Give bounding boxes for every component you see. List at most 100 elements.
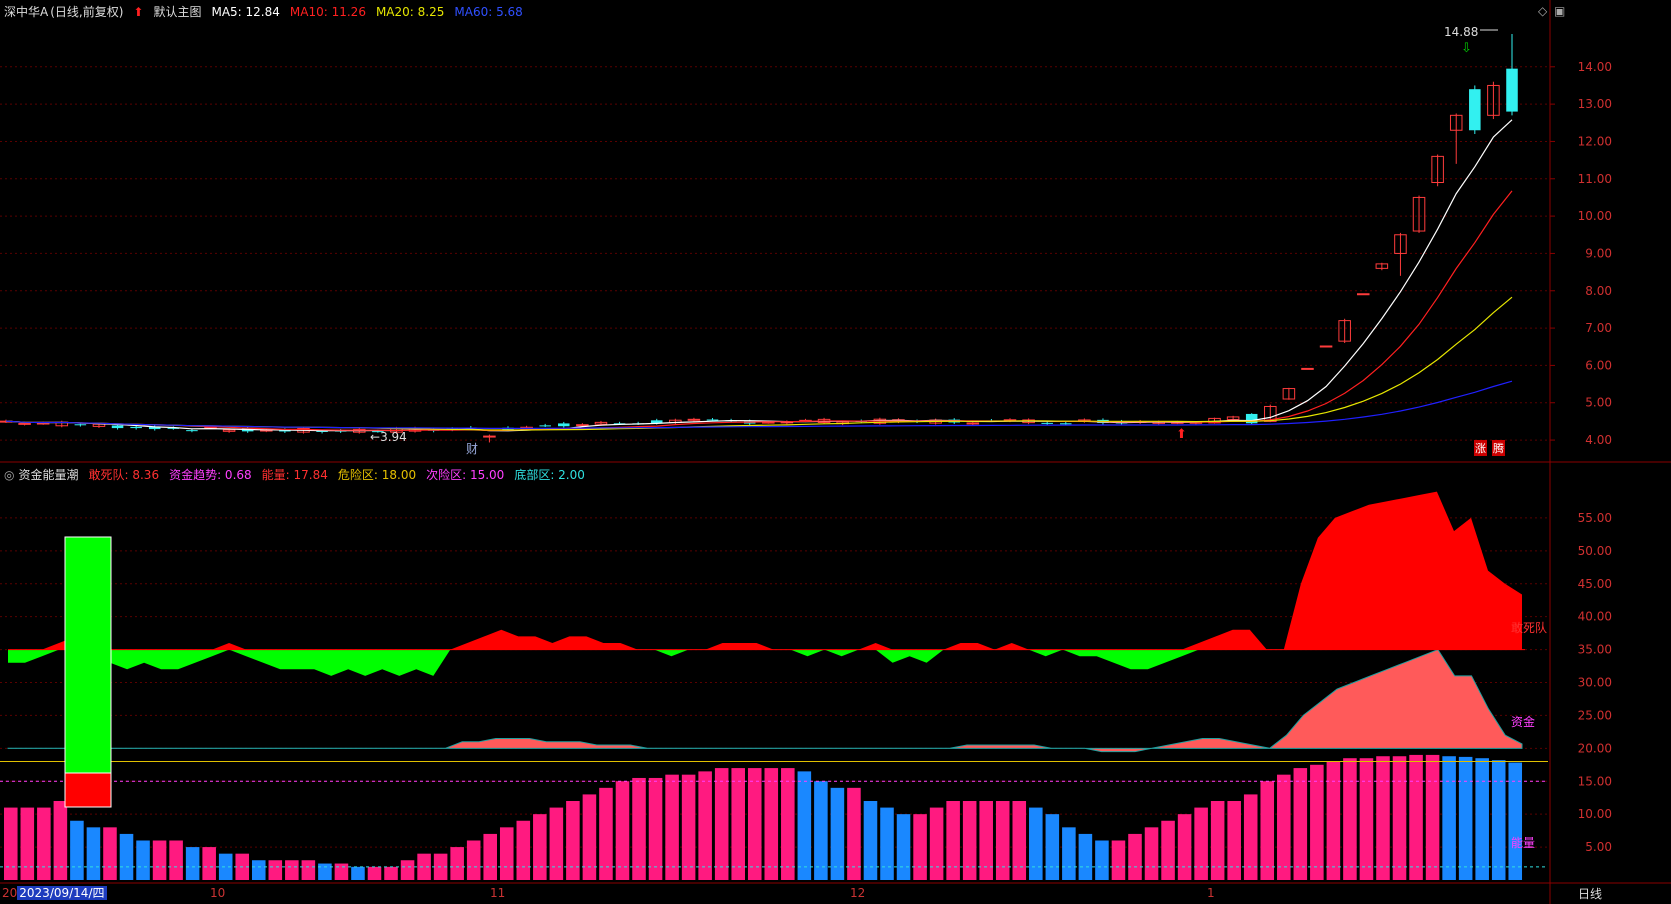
energy-bar (318, 863, 332, 880)
period-info: (日线,前复权) (50, 5, 124, 19)
price-tick-label: 10.00 (1578, 209, 1612, 223)
ma20-line (5, 296, 1513, 431)
energy-bar (714, 768, 729, 880)
month-label-12: 12 (850, 886, 866, 900)
energy-bar (450, 847, 464, 880)
energy-bar (896, 814, 911, 880)
energy-bar (1128, 833, 1142, 880)
energy-bar (1293, 768, 1308, 880)
price-tick-label: 8.00 (1585, 284, 1612, 298)
indicator-tick-label: 5.00 (1585, 840, 1612, 854)
indicator-header: ◎ 资金能量潮 敢死队: 8.36 资金趋势: 0.68 能量: 17.84 危险区: 1… (4, 466, 595, 484)
energy-bar (533, 814, 547, 880)
date-cursor-label: 2023/09/14/四 (17, 886, 107, 900)
maximize-icon[interactable]: ▣ (1554, 4, 1565, 18)
candle-group (0, 33, 1518, 443)
cursor-box-green (64, 536, 112, 774)
energy-bar (880, 807, 894, 880)
energy-bar (499, 827, 514, 880)
energy-bar (351, 866, 365, 880)
energy-bar (1508, 762, 1523, 880)
zijin-trend-value: 资金趋势: 0.68 (169, 468, 252, 482)
energy-bar (334, 863, 349, 880)
energy-bar (632, 777, 646, 880)
energy-bar (995, 801, 1010, 880)
buy-arrow-icon: ⬆ (1176, 427, 1187, 442)
zhangting-marker: 涨 (1474, 440, 1487, 456)
energy-bar (119, 833, 134, 880)
energy-bar (1161, 820, 1175, 880)
energy-value: 能量: 17.84 (261, 468, 328, 482)
energy-bar (103, 827, 117, 880)
candle-body (483, 435, 496, 438)
low-price-value: 3.94 (380, 430, 407, 444)
candle-body (111, 425, 124, 429)
collapse-icon[interactable]: ◎ (4, 468, 14, 482)
energy-bar (1062, 827, 1076, 880)
main-chart-selector[interactable]: 默认主图 (153, 5, 201, 19)
energy-bar (285, 860, 299, 880)
month-label-1: 1 (1207, 886, 1215, 900)
energy-bar (37, 807, 51, 880)
energy-bar (86, 827, 101, 880)
candle-body (1506, 68, 1518, 112)
energy-bar (185, 847, 200, 880)
danger-value: 危险区: 18.00 (337, 468, 417, 482)
price-tick-label: 5.00 (1585, 396, 1612, 410)
candle-body (1469, 89, 1481, 131)
indicator-tick-label: 40.00 (1578, 610, 1612, 624)
energy-bar (1078, 833, 1093, 880)
finance-marker[interactable]: 财 (466, 440, 478, 457)
energy-bar (152, 840, 167, 880)
energy-bar (1458, 756, 1473, 880)
energy-bar (1111, 840, 1126, 880)
energy-bar (268, 860, 283, 880)
candle-body (130, 426, 142, 429)
energy-bar (946, 801, 960, 880)
energy-bar (863, 801, 878, 880)
energy-bar (1491, 760, 1506, 880)
energy-bar (1012, 801, 1027, 880)
energy-bar (1029, 807, 1043, 880)
energy-bar (4, 807, 18, 880)
period-button[interactable]: 日线 (1578, 885, 1602, 902)
candle-body (18, 422, 31, 425)
indicator-tick-label: 30.00 (1578, 676, 1612, 690)
energy-bar (1442, 756, 1456, 880)
price-tick-label: 13.00 (1578, 97, 1612, 111)
energy-bar (367, 866, 382, 880)
indicator-tick-label: 25.00 (1578, 708, 1612, 722)
candle-body (687, 418, 701, 421)
energy-bar (698, 771, 712, 880)
ma5-line (5, 119, 1513, 432)
gansidui-positive-area (8, 491, 1522, 650)
main-chart-header: 深中华A (日线,前复权) ⬆ 默认主图 MA5: 12.84 MA10: 11.26 MA… (4, 3, 533, 21)
price-tick-label: 7.00 (1585, 321, 1612, 335)
energy-bar (1409, 754, 1423, 880)
energy-line-label: 能量 (1511, 836, 1536, 850)
energy-bar (731, 768, 745, 880)
energy-bar (466, 840, 481, 880)
candle-body (558, 423, 570, 427)
price-tick-label: 12.00 (1578, 134, 1612, 148)
energy-bar (301, 860, 316, 880)
candle-body (1041, 422, 1053, 424)
indicator-name[interactable]: 资金能量潮 (18, 468, 78, 482)
candle-body (36, 422, 50, 425)
diamond-icon[interactable]: ◇ (1538, 4, 1547, 18)
second-danger-value: 次险区: 15.00 (426, 468, 505, 482)
energy-bar (483, 833, 498, 880)
gansidui-line-label: 敢死队 (1511, 621, 1548, 635)
energy-bar (599, 787, 613, 880)
energy-bar (1277, 774, 1291, 880)
indicator-tick-label: 55.00 (1578, 511, 1612, 525)
energy-bar (169, 840, 183, 880)
stock-chart[interactable]: 14.0013.0012.0011.0010.009.008.007.006.0… (0, 0, 1671, 904)
candle-body (74, 424, 87, 426)
indicator-tick-label: 45.00 (1578, 577, 1612, 591)
energy-bar (136, 840, 150, 880)
energy-bar (20, 807, 35, 880)
candle-body (576, 424, 589, 427)
energy-bar (979, 801, 993, 880)
energy-bar (1210, 801, 1225, 880)
